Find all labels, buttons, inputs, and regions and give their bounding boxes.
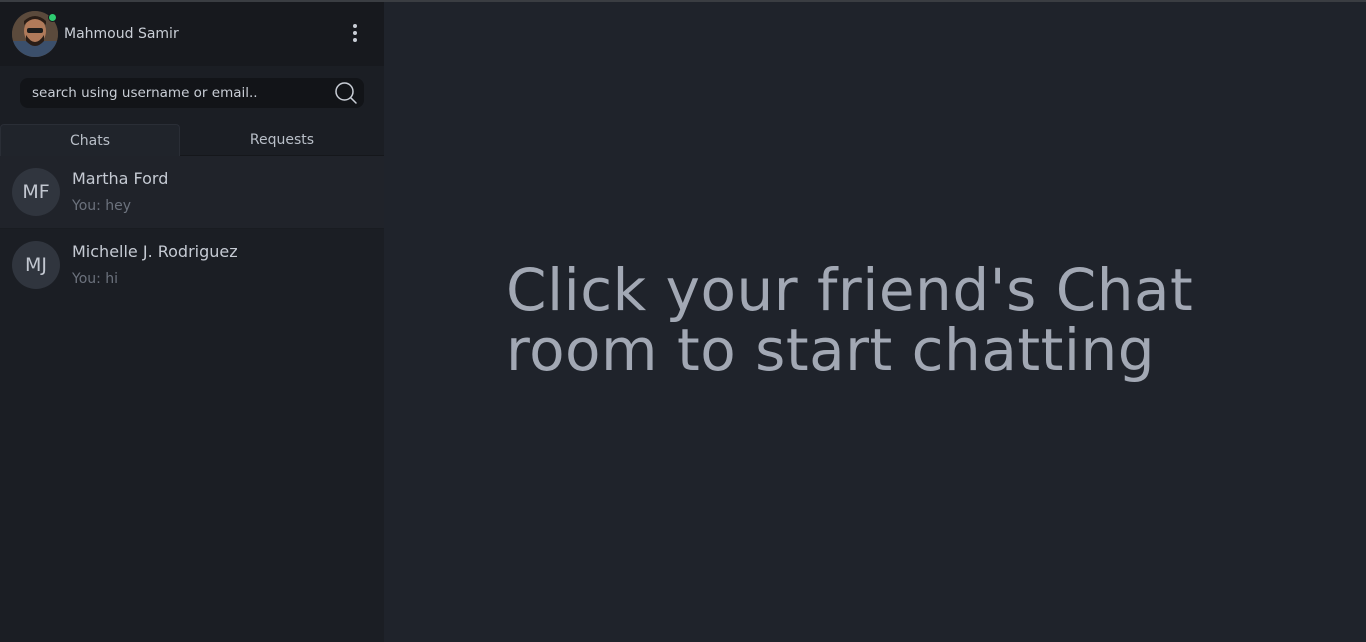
user-avatar[interactable]	[12, 11, 58, 57]
empty-state-line-1: Click your friend's Chat	[506, 256, 1194, 324]
user-name: Mahmoud Samir	[64, 26, 179, 42]
chat-list: MF Martha Ford You: hey MJ Michelle J. R…	[0, 156, 384, 302]
sidebar: Mahmoud Samir Chats Requests MF Marth	[0, 2, 384, 642]
more-options-icon[interactable]	[350, 22, 360, 44]
contact-name: Michelle J. Rodriguez	[72, 242, 238, 261]
empty-state-message: Click your friend's Chat room to start c…	[506, 260, 1266, 380]
contact-avatar: MJ	[12, 241, 60, 289]
list-item[interactable]: MJ Michelle J. Rodriguez You: hi	[0, 229, 384, 302]
empty-state-line-2: room to start chatting	[506, 316, 1156, 384]
search-bar	[20, 78, 364, 108]
contact-avatar: MF	[12, 168, 60, 216]
last-message-preview: You: hey	[72, 198, 132, 214]
search-icon[interactable]	[332, 79, 360, 107]
search-input[interactable]	[20, 78, 332, 108]
chat-app: Mahmoud Samir Chats Requests MF Marth	[0, 0, 1366, 642]
list-item[interactable]: MF Martha Ford You: hey	[0, 156, 384, 229]
last-message-preview: You: hi	[72, 271, 119, 287]
online-status-dot	[48, 13, 57, 22]
contact-name: Martha Ford	[72, 169, 169, 188]
tab-bar: Chats Requests	[0, 124, 384, 156]
profile-bar: Mahmoud Samir	[0, 2, 384, 66]
tab-chats[interactable]: Chats	[0, 124, 180, 156]
tab-requests[interactable]: Requests	[180, 124, 384, 156]
chat-area: Click your friend's Chat room to start c…	[384, 2, 1366, 642]
